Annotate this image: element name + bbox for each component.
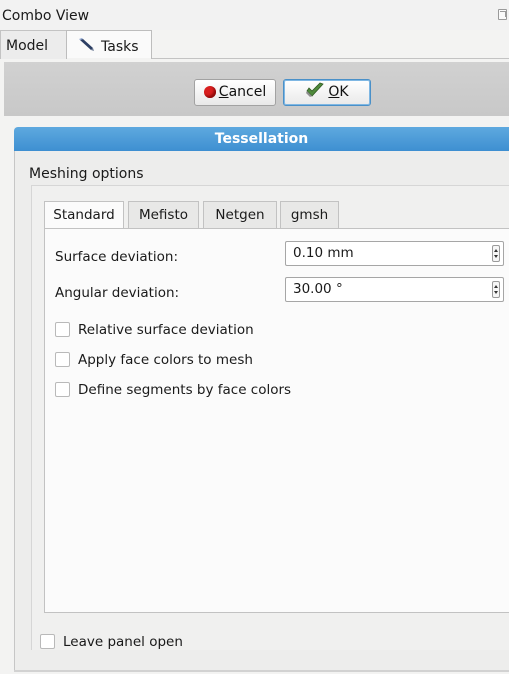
ok-label-rest: K: [339, 84, 349, 100]
surface-deviation-value: 0.10 mm: [293, 245, 354, 261]
spin-arrows-icon[interactable]: [492, 245, 500, 262]
spin-arrows-icon[interactable]: [492, 281, 500, 298]
tab-gmsh-label: gmsh: [290, 207, 329, 223]
tab-mefisto[interactable]: Mefisto: [128, 201, 199, 229]
tab-tasks[interactable]: Tasks: [66, 30, 152, 59]
red-circle-icon: [203, 86, 216, 98]
apply-face-colors-checkbox[interactable]: Apply face colors to mesh: [55, 352, 253, 370]
combo-view-header: Combo View: [0, 0, 509, 30]
tab-standard[interactable]: Standard: [44, 201, 124, 230]
green-check-icon: [305, 82, 325, 107]
tab-mefisto-label: Mefisto: [138, 207, 189, 223]
cancel-label-rest: ancel: [228, 84, 267, 100]
checkbox-label: Relative surface deviation: [78, 322, 254, 338]
float-window-icon[interactable]: [498, 9, 507, 20]
checkbox-box[interactable]: [55, 322, 70, 337]
tab-standard-label: Standard: [53, 207, 115, 223]
tab-netgen[interactable]: Netgen: [203, 201, 277, 229]
leave-panel-open-checkbox[interactable]: Leave panel open: [40, 634, 183, 650]
tab-gmsh[interactable]: gmsh: [280, 201, 339, 229]
active-tab-gap: [67, 58, 151, 60]
checkbox-box[interactable]: [55, 382, 70, 397]
checkbox-box[interactable]: [55, 352, 70, 367]
cancel-button[interactable]: Cancel: [194, 79, 276, 106]
pencil-icon: [79, 38, 95, 56]
group-title: Meshing options: [29, 166, 144, 182]
angular-deviation-label: Angular deviation:: [55, 285, 180, 301]
checkbox-label: Apply face colors to mesh: [78, 352, 253, 368]
task-button-area: Cancel OK: [4, 62, 509, 116]
cancel-mnemonic: C: [218, 84, 229, 100]
relative-surface-deviation-checkbox[interactable]: Relative surface deviation: [55, 322, 254, 340]
checkbox-box[interactable]: [40, 634, 55, 649]
surface-deviation-label: Surface deviation:: [55, 249, 179, 265]
angular-deviation-value: 30.00 °: [293, 281, 343, 297]
tab-model-label: Model: [6, 38, 49, 54]
panel-bottom-edge: [14, 670, 509, 672]
tab-model[interactable]: Model: [0, 30, 67, 59]
surface-deviation-spinbox[interactable]: 0.10 mm: [285, 241, 504, 266]
angular-deviation-spinbox[interactable]: 30.00 °: [285, 277, 504, 302]
tessellation-panel: Tessellation Meshing options Standard Me…: [14, 127, 509, 672]
combo-view-title: Combo View: [2, 8, 90, 24]
checkbox-label: Define segments by face colors: [78, 382, 292, 398]
ok-button[interactable]: OK: [283, 79, 371, 106]
ok-mnemonic: O: [328, 84, 340, 100]
tab-tasks-label: Tasks: [101, 39, 139, 55]
panel-title[interactable]: Tessellation: [14, 127, 509, 151]
tab-netgen-label: Netgen: [215, 207, 265, 223]
cancel-button-label: Cancel: [219, 84, 266, 100]
leave-panel-open-label: Leave panel open: [63, 634, 183, 650]
define-segments-checkbox[interactable]: Define segments by face colors: [55, 382, 291, 400]
combo-view: Combo View Model Tasks Cancel OK Tessell…: [0, 0, 509, 674]
standard-tab-pane: Surface deviation: 0.10 mm Angular devia…: [44, 228, 509, 613]
ok-button-label: OK: [328, 84, 348, 100]
